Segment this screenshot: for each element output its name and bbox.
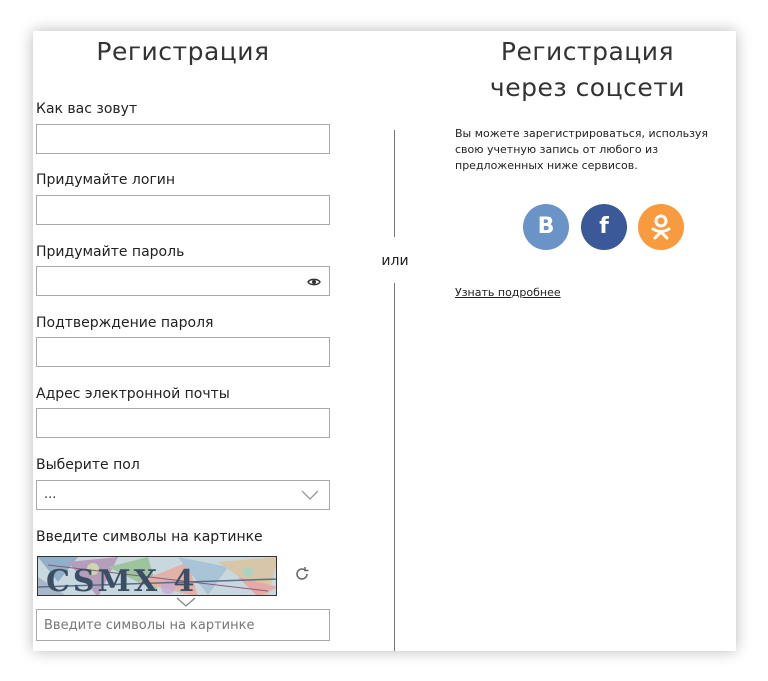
- chevron-down-icon: [301, 490, 319, 500]
- email-input[interactable]: [36, 408, 330, 438]
- facebook-button[interactable]: f: [581, 204, 627, 250]
- vk-button[interactable]: B: [523, 204, 569, 250]
- social-title-line1: Регистрация: [500, 37, 675, 66]
- login-input[interactable]: [36, 195, 330, 225]
- login-label: Придумайте логин: [36, 172, 176, 188]
- social-title-line2: через соцсети: [489, 73, 686, 102]
- password-label: Придумайте пароль: [36, 244, 185, 260]
- gender-selected-value: ...: [44, 487, 57, 502]
- chevron-down-icon: [176, 597, 196, 607]
- learn-more-link[interactable]: Узнать подробнее: [455, 286, 561, 299]
- divider-line-top: [394, 130, 395, 237]
- registration-card: Регистрация Как вас зовут Придумайте лог…: [33, 31, 736, 651]
- divider-line-bottom: [394, 283, 395, 651]
- captcha-input[interactable]: [36, 609, 330, 641]
- social-description: Вы можете зарегистрироваться, используя …: [455, 127, 709, 172]
- captcha-text: CSMX 4: [46, 564, 197, 596]
- social-registration: Регистрация через соцсети Вы можете заре…: [453, 31, 736, 651]
- password-input[interactable]: [36, 266, 330, 296]
- odnoklassniki-button[interactable]: [638, 204, 684, 250]
- gender-select[interactable]: ...: [36, 480, 330, 510]
- password-confirm-label: Подтверждение пароля: [36, 315, 214, 331]
- gender-label: Выберите пол: [36, 457, 140, 473]
- name-input[interactable]: [36, 124, 330, 154]
- email-label: Адрес электронной почты: [36, 386, 230, 402]
- odnoklassniki-icon: [651, 214, 671, 240]
- password-confirm-input[interactable]: [36, 337, 330, 367]
- registration-title: Регистрация: [96, 37, 270, 66]
- facebook-icon: f: [599, 214, 609, 239]
- or-label: или: [381, 253, 409, 269]
- vk-icon: B: [537, 214, 555, 239]
- refresh-icon[interactable]: [294, 566, 310, 582]
- captcha-label: Введите символы на картинке: [36, 529, 263, 545]
- captcha-image: CSMX 4: [37, 556, 277, 596]
- registration-form: Регистрация Как вас зовут Придумайте лог…: [33, 31, 363, 651]
- name-label: Как вас зовут: [36, 101, 138, 117]
- eye-icon[interactable]: [307, 275, 321, 289]
